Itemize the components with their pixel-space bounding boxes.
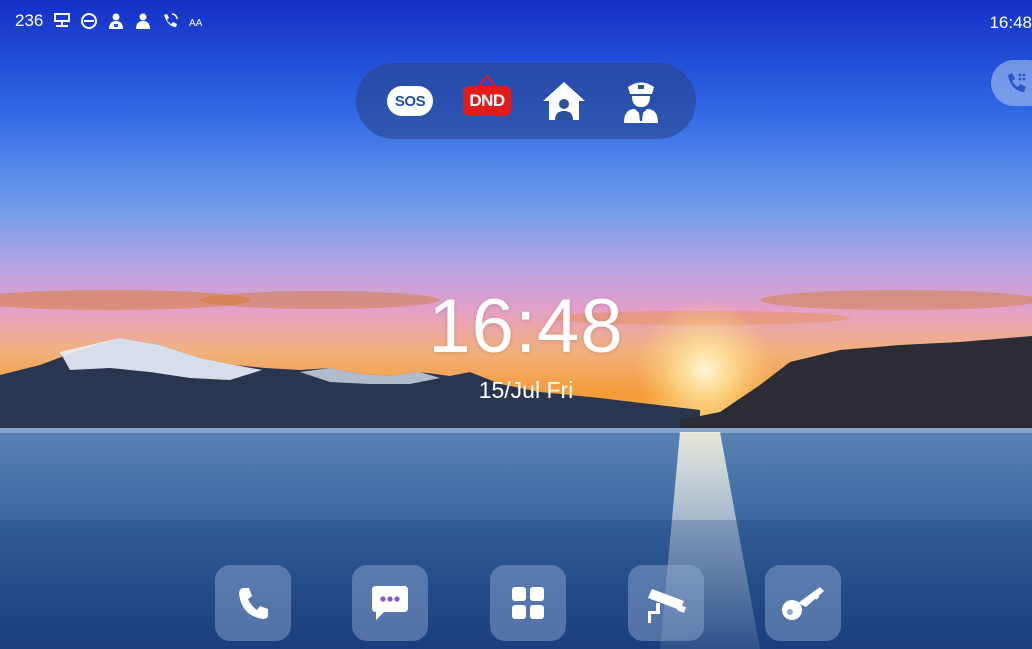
home-screen: 236 AA 16:48 SOS DND 16:48 15/Jul Fri — [0, 0, 1032, 649]
unlock-button[interactable] — [765, 565, 841, 641]
home-date: 15/Jul Fri — [478, 377, 574, 403]
group-contact-icon — [107, 12, 125, 30]
security-camera-icon — [648, 589, 686, 623]
sos-button[interactable]: SOS — [385, 77, 435, 125]
status-time: 16:48 — [989, 13, 1032, 32]
dial-keypad-icon — [1008, 73, 1026, 92]
sos-icon: SOS — [387, 86, 433, 116]
extension-number: 236 — [15, 11, 44, 30]
home-user-icon — [543, 82, 585, 120]
status-left: 236 AA — [15, 11, 206, 31]
dial-keypad-button[interactable] — [991, 60, 1032, 106]
contact-icon — [134, 12, 152, 30]
svg-text:AA: AA — [189, 18, 203, 29]
call-forward-icon — [161, 12, 179, 30]
monitor-button[interactable] — [628, 565, 704, 641]
status-bar: 236 AA 16:48 — [0, 0, 1032, 46]
messages-button[interactable] — [352, 565, 428, 641]
guard-icon — [624, 82, 658, 123]
guard-button[interactable] — [616, 77, 666, 125]
key-icon — [782, 587, 824, 620]
home-user-button[interactable] — [539, 77, 589, 125]
text-size-icon: AA — [188, 12, 206, 30]
message-icon — [372, 586, 408, 620]
quick-action-bar: SOS DND — [356, 63, 696, 139]
home-clock: 16:48 — [428, 284, 624, 369]
dnd-button[interactable]: DND — [462, 74, 512, 125]
dnd-label: DND — [469, 91, 505, 110]
network-icon — [53, 12, 71, 30]
phone-button[interactable] — [215, 565, 291, 641]
dnd-status-icon — [80, 12, 98, 30]
sos-label: SOS — [394, 92, 426, 110]
apps-button[interactable] — [490, 565, 566, 641]
dnd-icon: DND — [463, 74, 511, 116]
apps-grid-icon — [512, 587, 544, 619]
phone-icon — [239, 588, 268, 619]
